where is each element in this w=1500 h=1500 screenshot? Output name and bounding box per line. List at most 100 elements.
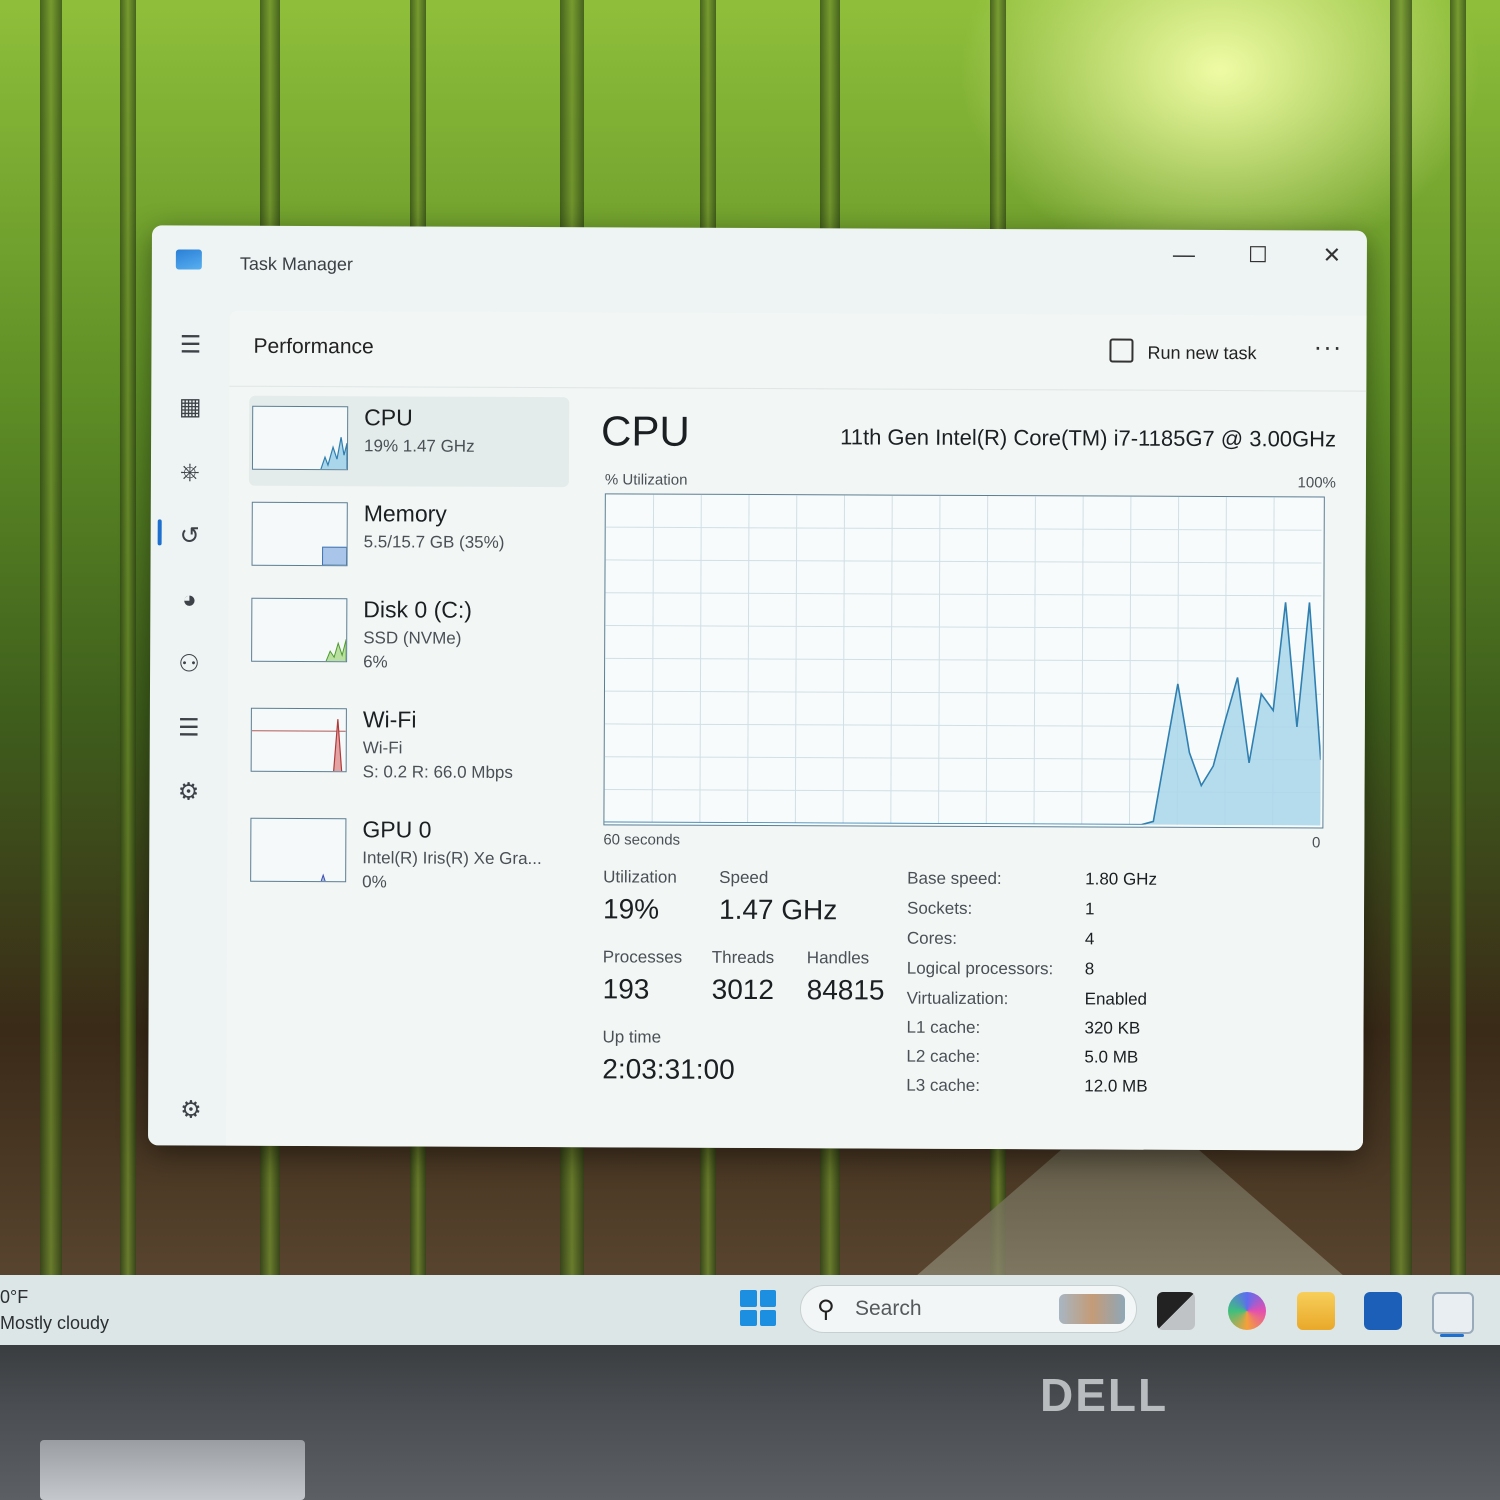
nav-rail: ☰ ▦ ⎈ ↺ ◕ ⚇ ☰ ⚙ [148,285,230,1145]
details-icon[interactable]: ☰ [174,713,204,743]
spec-key: Virtualization: [906,988,1009,1009]
processes-value: 193 [602,973,650,1005]
more-options-button[interactable]: ··· [1313,331,1342,362]
uptime-label: Up time [602,1027,662,1047]
y-axis-max: 100% [1297,474,1336,492]
path [900,1150,1360,1290]
device-cpu[interactable]: CPU 19% 1.47 GHz [248,395,570,488]
users-icon[interactable]: ⚇ [174,649,204,679]
device-detail-2: S: 0.2 R: 66.0 Mbps [362,762,513,782]
run-task-icon [1109,338,1134,363]
device-detail: Wi-Fi [362,738,403,758]
task-view-icon[interactable] [1157,1292,1195,1330]
grid-line-horizontal [604,756,1321,761]
spec-key: L2 cache: [906,1046,981,1066]
active-app-indicator [1440,1334,1464,1337]
services-icon[interactable]: ⚙ [173,777,203,807]
spec-value: 5.0 MB [1084,1047,1139,1067]
speed-value: 1.47 GHz [718,893,838,926]
file-explorer-icon[interactable] [1297,1292,1335,1330]
disk-thumbnail [251,597,348,663]
title-bar[interactable]: Task Manager — ☐ ✕ [152,225,1367,290]
window-title: Task Manager [239,253,353,275]
grid-line-horizontal [605,559,1322,564]
wifi-thumbnail [250,707,347,773]
device-detail: 19% 1.47 GHz [364,436,475,456]
handles-label: Handles [806,948,870,968]
laptop-hinge [40,1440,305,1500]
device-name: Wi-Fi [362,706,417,733]
dell-logo: DELL [1040,1369,1169,1421]
minimize-button[interactable]: — [1164,242,1204,268]
search-label: Search [855,1297,922,1320]
device-memory[interactable]: Memory 5.5/15.7 GB (35%) [248,492,568,583]
grid-line-horizontal [604,723,1321,728]
run-new-task-label: Run new task [1147,342,1257,364]
uptime-value: 2:03:31:00 [602,1053,735,1085]
spec-value: 8 [1084,959,1095,979]
device-detail: Intel(R) Iris(R) Xe Gra... [362,848,542,869]
grid-line-horizontal [605,657,1322,662]
settings-icon[interactable]: ⚙ [180,1095,202,1124]
spec-key: L3 cache: [906,1075,981,1095]
run-new-task-button[interactable]: Run new task [1109,338,1257,365]
m365-copilot-icon[interactable] [1228,1292,1266,1330]
task-manager-taskbar-icon[interactable] [1432,1292,1474,1334]
performance-page: Performance Run new task ··· CPU 19% 1.4… [225,310,1367,1151]
memory-thumbnail [251,501,348,567]
x-axis-end: 0 [1311,834,1321,852]
task-manager-window: Task Manager — ☐ ✕ ☰ ▦ ⎈ ↺ ◕ ⚇ ☰ ⚙ ⚙ Per… [147,225,1368,1151]
device-detail: 5.5/15.7 GB (35%) [363,532,505,552]
spec-key: Base speed: [907,868,1002,889]
device-detail: SSD (NVMe) [363,628,462,648]
startup-apps-icon[interactable]: ◕ [174,585,204,615]
spec-value: 320 KB [1084,1018,1141,1038]
weather-desc: Mostly cloudy [0,1313,110,1333]
spec-key: Cores: [906,928,958,948]
device-disk[interactable]: Disk 0 (C:) SSD (NVMe) 6% [248,588,568,679]
search-highlight-icon [1059,1294,1125,1324]
threads-value: 3012 [711,973,775,1006]
device-name: GPU 0 [362,816,432,843]
spec-value: Enabled [1084,989,1148,1009]
spec-value: 1.80 GHz [1085,869,1158,889]
app-history-icon[interactable]: ↺ [175,521,205,551]
cpu-thumbnail [251,405,349,471]
cpu-detail-panel: CPU 11th Gen Intel(R) Core(TM) i7-1185G7… [598,407,1336,1130]
device-gpu[interactable]: GPU 0 Intel(R) Iris(R) Xe Gra... 0% [247,808,567,899]
spec-key: L1 cache: [906,1017,981,1037]
grid-line-horizontal [604,690,1321,695]
windows-logo-icon [740,1290,757,1307]
device-list: CPU 19% 1.47 GHz Memory 5.5/15.7 GB (35%… [226,395,570,1137]
weather-widget[interactable]: 0°F Mostly cloudy [0,1284,109,1336]
grid-line-horizontal [605,625,1322,630]
start-button[interactable] [740,1290,776,1326]
microsoft-store-icon[interactable] [1364,1292,1402,1330]
performance-icon[interactable]: ⎈ [175,457,205,487]
cpu-utilization-graph [603,493,1325,829]
taskbar-search[interactable]: ⚲ Search [800,1285,1137,1333]
processes-icon[interactable]: ▦ [175,392,205,422]
spec-value: 4 [1084,929,1095,949]
utilization-label: Utilization [603,867,677,887]
close-button[interactable]: ✕ [1312,242,1352,268]
hamburger-icon[interactable]: ☰ [175,330,205,360]
device-name: Memory [363,500,447,527]
active-nav-indicator [157,519,162,546]
grid-line-horizontal [605,592,1322,597]
detail-title: CPU [601,407,690,455]
device-name: CPU [364,404,413,431]
utilization-value: 19% [602,893,660,925]
spec-value: 1 [1084,899,1095,919]
handles-value: 84815 [806,974,885,1006]
spec-key: Logical processors: [906,958,1054,979]
device-name: Disk 0 (C:) [363,596,473,623]
speed-label: Speed [719,867,769,888]
device-wifi[interactable]: Wi-Fi Wi-Fi S: 0.2 R: 66.0 Mbps [248,698,568,789]
task-manager-app-icon [175,249,202,270]
y-axis-label: % Utilization [604,471,688,489]
spec-value: 12.0 MB [1084,1076,1148,1096]
maximize-button[interactable]: ☐ [1238,242,1278,268]
device-detail-2: 6% [363,652,388,672]
weather-temp: 0°F [0,1287,29,1307]
